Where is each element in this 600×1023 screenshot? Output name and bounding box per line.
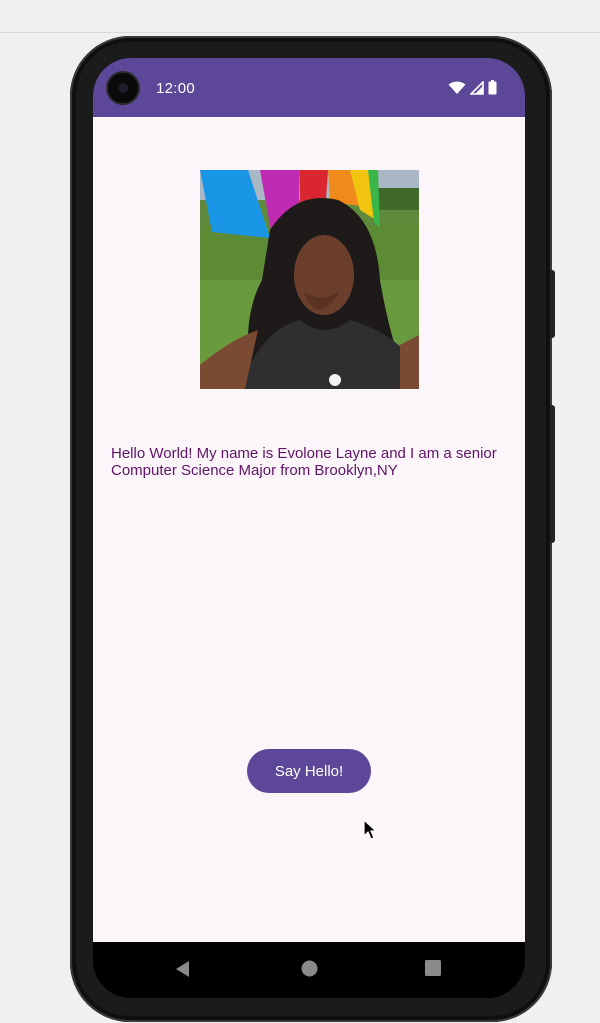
device-screen: 12:00 Hello World! My name is Evolone La… (93, 58, 525, 998)
power-button[interactable] (550, 405, 555, 543)
emulator-top-divider (0, 32, 600, 33)
greeting-text: Hello World! My name is Evolone Layne an… (111, 445, 497, 479)
status-icons (448, 80, 497, 95)
front-camera (108, 73, 138, 103)
say-hello-button[interactable]: Say Hello! (247, 749, 371, 793)
profile-photo (200, 170, 419, 389)
home-icon[interactable] (301, 960, 318, 977)
app-content: Hello World! My name is Evolone Layne an… (93, 117, 525, 942)
wifi-icon (448, 81, 466, 94)
navigation-bar (93, 942, 525, 998)
mouse-cursor-icon (363, 819, 378, 840)
back-icon[interactable] (175, 960, 191, 978)
recents-icon[interactable] (425, 960, 441, 976)
status-bar: 12:00 (93, 58, 525, 117)
status-clock: 12:00 (156, 80, 196, 97)
volume-button[interactable] (550, 270, 555, 338)
battery-icon (488, 80, 497, 95)
cell-signal-icon (470, 80, 484, 95)
